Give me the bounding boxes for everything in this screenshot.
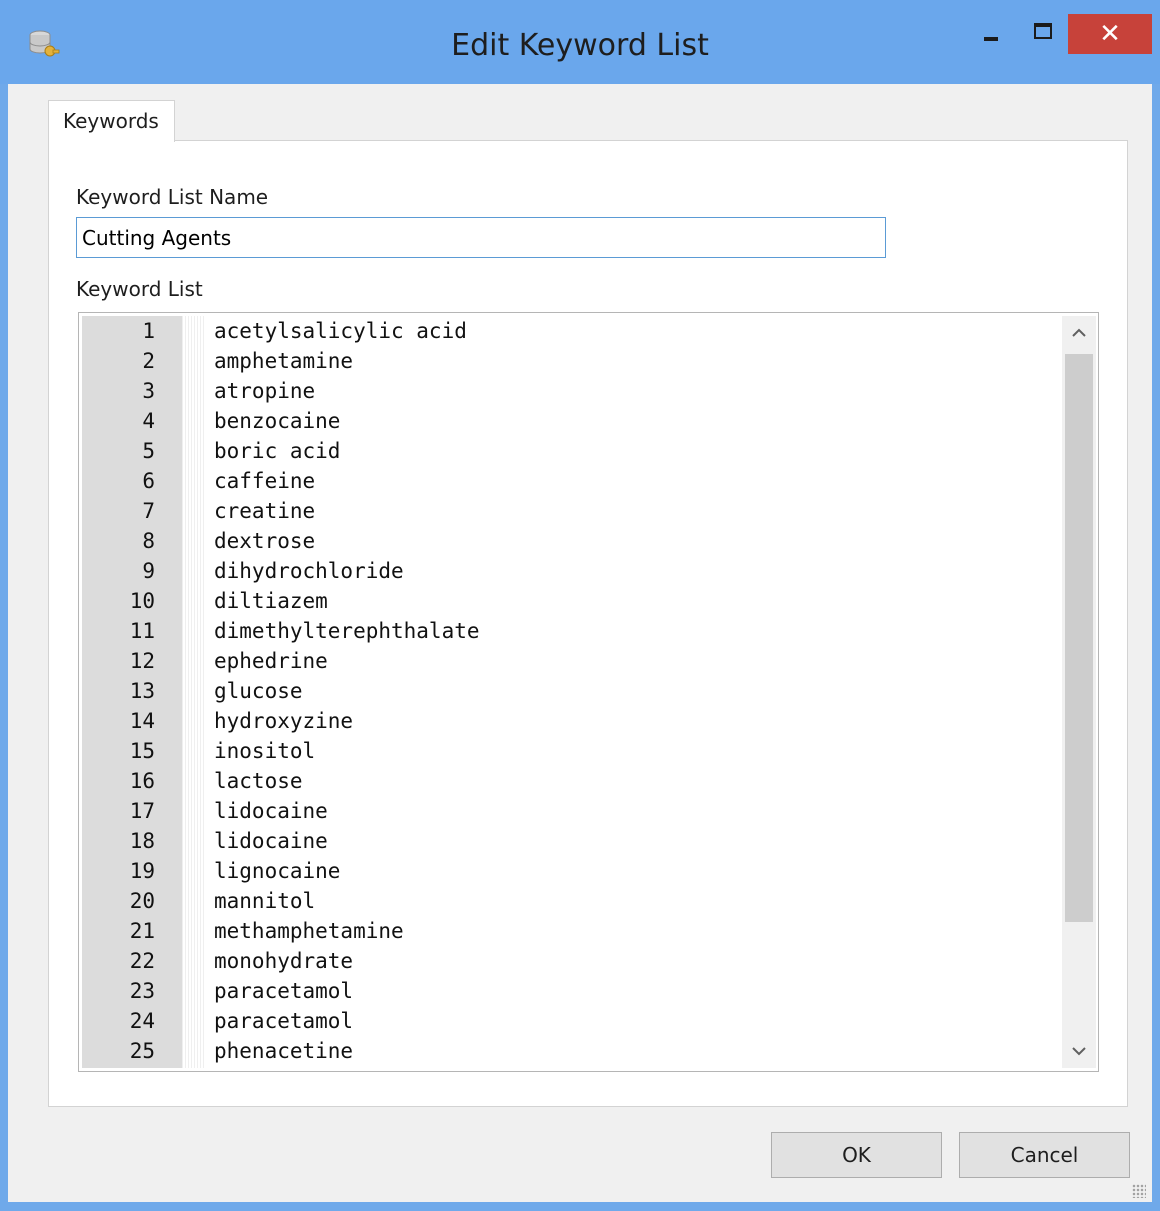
keyword-list-name-label: Keyword List Name: [76, 185, 269, 209]
chevron-up-icon: [1072, 328, 1086, 337]
line-number: 24: [129, 1009, 155, 1033]
line-number: 1: [142, 319, 155, 343]
keyword-row[interactable]: 15 inositol: [79, 736, 1059, 766]
keyword-row[interactable]: 17 lidocaine: [79, 796, 1059, 826]
keyword-row[interactable]: 4 benzocaine: [79, 406, 1059, 436]
keyword-row[interactable]: 25 phenacetine: [79, 1036, 1059, 1066]
line-number: 2: [142, 349, 155, 373]
keyword-row[interactable]: 23 paracetamol: [79, 976, 1059, 1006]
keyword-text[interactable]: paracetamol: [214, 979, 353, 1003]
chevron-down-icon: [1072, 1047, 1086, 1056]
keyword-text[interactable]: lignocaine: [214, 859, 340, 883]
maximize-button[interactable]: [1020, 14, 1066, 54]
line-number: 9: [142, 559, 155, 583]
scroll-down-button[interactable]: [1062, 1034, 1096, 1068]
keyword-text[interactable]: dimethylterephthalate: [214, 619, 480, 643]
keyword-text[interactable]: monohydrate: [214, 949, 353, 973]
line-number: 13: [129, 679, 155, 703]
keyword-text[interactable]: lactose: [214, 769, 303, 793]
line-number: 4: [142, 409, 155, 433]
keyword-text[interactable]: atropine: [214, 379, 315, 403]
edit-keyword-list-window: Edit Keyword List ✕ Keywords Keyword Lis…: [0, 0, 1160, 1211]
minimize-button[interactable]: [968, 14, 1014, 54]
keyword-row[interactable]: 24 paracetamol: [79, 1006, 1059, 1036]
keywords-tab-panel: Keyword List Name Keyword List 1 acetylsa…: [48, 140, 1128, 1107]
keyword-row[interactable]: 14 hydroxyzine: [79, 706, 1059, 736]
keyword-list-label: Keyword List: [76, 277, 203, 301]
keyword-text[interactable]: mannitol: [214, 889, 315, 913]
keyword-row[interactable]: 3 atropine: [79, 376, 1059, 406]
close-button[interactable]: ✕: [1068, 14, 1152, 54]
cancel-button[interactable]: Cancel: [959, 1132, 1130, 1178]
ok-button[interactable]: OK: [771, 1132, 942, 1178]
keyword-text[interactable]: lidocaine: [214, 799, 328, 823]
keyword-list-editor[interactable]: 1 acetylsalicylic acid 2 amphetamine 3 atro…: [78, 312, 1099, 1072]
keyword-list-name-input[interactable]: [76, 217, 886, 258]
line-number: 16: [129, 769, 155, 793]
keyword-row[interactable]: 13 glucose: [79, 676, 1059, 706]
resize-grip-icon[interactable]: [1132, 1184, 1146, 1198]
keyword-row[interactable]: 11 dimethylterephthalate: [79, 616, 1059, 646]
line-number: 15: [129, 739, 155, 763]
keyword-row[interactable]: 2 amphetamine: [79, 346, 1059, 376]
keyword-text[interactable]: acetylsalicylic acid: [214, 319, 467, 343]
line-number: 18: [129, 829, 155, 853]
title-bar[interactable]: Edit Keyword List ✕: [0, 0, 1160, 84]
keyword-text[interactable]: methamphetamine: [214, 919, 404, 943]
keyword-row[interactable]: 5 boric acid: [79, 436, 1059, 466]
line-number: 19: [129, 859, 155, 883]
keyword-row[interactable]: 8 dextrose: [79, 526, 1059, 556]
keyword-row[interactable]: 18 lidocaine: [79, 826, 1059, 856]
keyword-text[interactable]: boric acid: [214, 439, 340, 463]
line-number: 3: [142, 379, 155, 403]
line-number: 25: [129, 1039, 155, 1063]
keyword-text[interactable]: phenacetine: [214, 1039, 353, 1063]
keyword-row[interactable]: 1 acetylsalicylic acid: [79, 316, 1059, 346]
keyword-text[interactable]: lidocaine: [214, 829, 328, 853]
keyword-row[interactable]: 12 ephedrine: [79, 646, 1059, 676]
close-icon: ✕: [1099, 19, 1121, 49]
line-number: 10: [129, 589, 155, 613]
keyword-text[interactable]: diltiazem: [214, 589, 328, 613]
keyword-row[interactable]: 20 mannitol: [79, 886, 1059, 916]
keyword-text[interactable]: paracetamol: [214, 1009, 353, 1033]
line-number: 21: [129, 919, 155, 943]
line-number: 6: [142, 469, 155, 493]
scrollbar-thumb[interactable]: [1065, 354, 1093, 922]
line-number: 20: [129, 889, 155, 913]
line-number: 5: [142, 439, 155, 463]
keyword-text[interactable]: hydroxyzine: [214, 709, 353, 733]
keyword-text[interactable]: caffeine: [214, 469, 315, 493]
keyword-text[interactable]: dextrose: [214, 529, 315, 553]
keyword-text[interactable]: benzocaine: [214, 409, 340, 433]
line-number: 14: [129, 709, 155, 733]
line-number: 22: [129, 949, 155, 973]
line-number: 7: [142, 499, 155, 523]
dialog-client-area: Keywords Keyword List Name Keyword List …: [8, 84, 1152, 1202]
keyword-text[interactable]: ephedrine: [214, 649, 328, 673]
minimize-icon: [984, 37, 998, 41]
line-number: 12: [129, 649, 155, 673]
keyword-text[interactable]: amphetamine: [214, 349, 353, 373]
keyword-text[interactable]: dihydrochloride: [214, 559, 404, 583]
keyword-row[interactable]: 10 diltiazem: [79, 586, 1059, 616]
keyword-row[interactable]: 9 dihydrochloride: [79, 556, 1059, 586]
keyword-row[interactable]: 7 creatine: [79, 496, 1059, 526]
line-number: 23: [129, 979, 155, 1003]
keyword-row[interactable]: 21 methamphetamine: [79, 916, 1059, 946]
maximize-icon: [1034, 23, 1052, 39]
tab-keywords[interactable]: Keywords: [48, 100, 175, 142]
keyword-row[interactable]: 19 lignocaine: [79, 856, 1059, 886]
line-number: 17: [129, 799, 155, 823]
vertical-scrollbar[interactable]: [1062, 316, 1096, 1068]
keyword-text[interactable]: glucose: [214, 679, 303, 703]
line-number: 11: [129, 619, 155, 643]
keyword-row[interactable]: 22 monohydrate: [79, 946, 1059, 976]
scroll-up-button[interactable]: [1062, 316, 1096, 350]
keyword-text[interactable]: creatine: [214, 499, 315, 523]
keyword-row[interactable]: 16 lactose: [79, 766, 1059, 796]
line-number: 8: [142, 529, 155, 553]
keyword-text[interactable]: inositol: [214, 739, 315, 763]
keyword-row[interactable]: 6 caffeine: [79, 466, 1059, 496]
